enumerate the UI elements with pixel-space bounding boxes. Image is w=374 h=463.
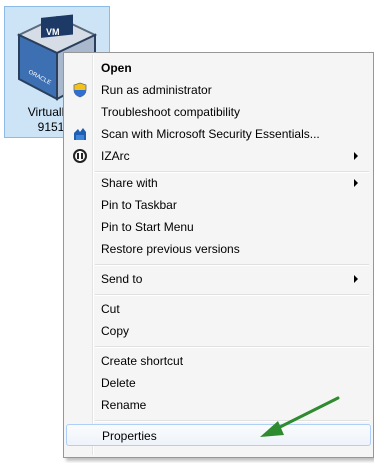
menu-item-label: Pin to Start Menu [101,220,194,234]
submenu-arrow-icon [354,179,358,187]
menu-item-pin-to-start-menu[interactable]: Pin to Start Menu [66,216,371,238]
menu-item-scan-security-essentials[interactable]: Scan with Microsoft Security Essentials.… [66,123,371,145]
menu-separator [95,294,369,296]
menu-item-izarc[interactable]: IZArc [66,145,371,167]
menu-item-troubleshoot-compatibility[interactable]: Troubleshoot compatibility [66,101,371,123]
menu-item-properties[interactable]: Properties [66,424,371,446]
menu-item-label: Restore previous versions [101,242,240,256]
menu-item-cut[interactable]: Cut [66,298,371,320]
menu-item-label: Send to [101,272,143,286]
security-essentials-icon [74,128,86,140]
menu-item-pin-to-taskbar[interactable]: Pin to Taskbar [66,194,371,216]
svg-text:VM: VM [46,27,60,37]
submenu-arrow-icon [354,275,358,283]
menu-item-delete[interactable]: Delete [66,372,371,394]
menu-item-copy[interactable]: Copy [66,320,371,342]
menu-item-label: Rename [101,398,147,412]
menu-item-label: Run as administrator [101,83,212,97]
uac-shield-icon [73,82,87,98]
menu-item-label: Copy [101,324,130,338]
menu-item-label: Pin to Taskbar [101,198,177,212]
menu-item-label: Share with [101,176,158,190]
izarc-icon [73,149,87,163]
menu-item-restore-previous-versions[interactable]: Restore previous versions [66,238,371,260]
context-menu: Open Run as administrator Troubleshoot c… [63,52,374,458]
menu-item-rename[interactable]: Rename [66,394,371,416]
menu-separator [95,420,369,422]
menu-item-label: Delete [101,376,136,390]
submenu-arrow-icon [354,152,358,160]
menu-item-open[interactable]: Open [66,57,371,79]
menu-item-send-to[interactable]: Send to [66,268,371,290]
menu-item-run-as-administrator[interactable]: Run as administrator [66,79,371,101]
menu-separator [95,346,369,348]
menu-item-label: IZArc [101,149,130,163]
menu-item-create-shortcut[interactable]: Create shortcut [66,350,371,372]
menu-item-label: Troubleshoot compatibility [101,105,240,119]
menu-item-label: Open [101,61,132,75]
menu-item-label: Create shortcut [101,354,184,368]
menu-item-label: Properties [102,429,157,443]
menu-item-label: Cut [101,302,120,316]
menu-separator [95,264,369,266]
menu-item-label: Scan with Microsoft Security Essentials.… [101,127,320,141]
menu-item-share-with[interactable]: Share with [66,172,371,194]
